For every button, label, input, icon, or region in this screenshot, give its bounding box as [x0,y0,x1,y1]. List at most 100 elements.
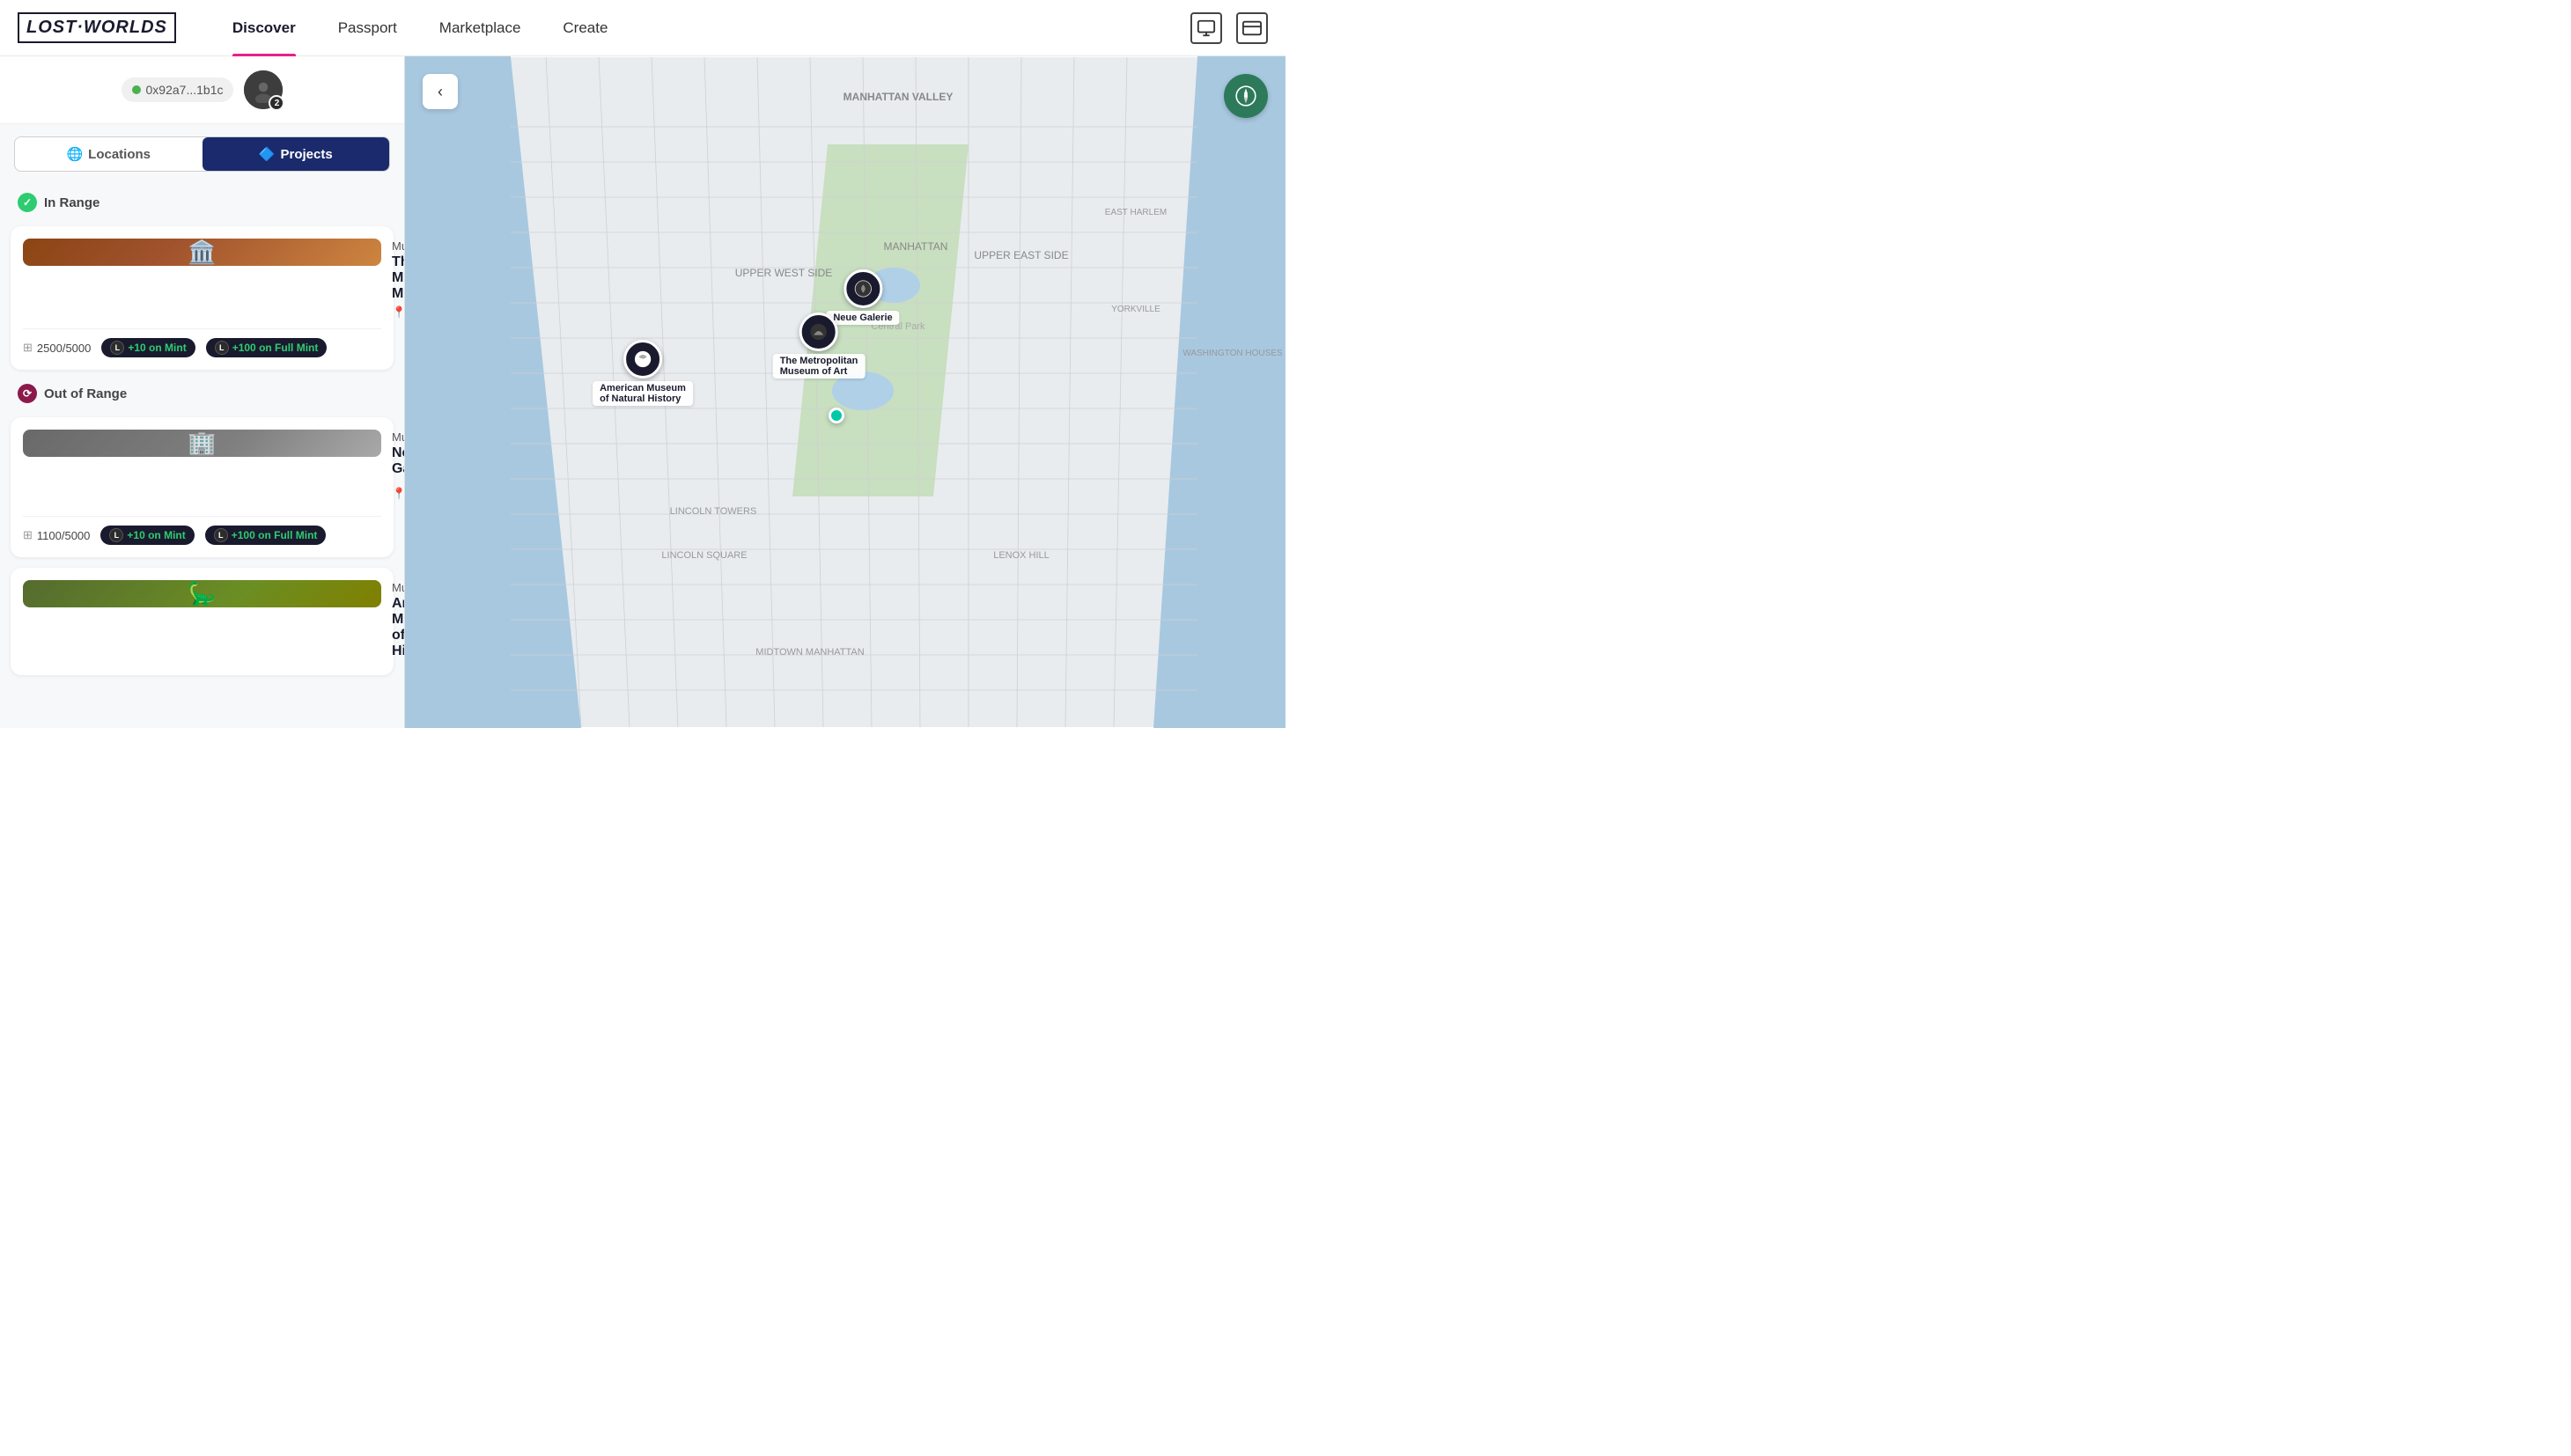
card-name-met: The Metropolitan Museum [392,254,405,302]
card-info-met: Museums ✔️ The Metropolitan Museum 📍 in … [392,239,405,320]
app-logo: LOST·WORLDS [18,12,176,43]
grid-icon-neue: ⊞ [23,528,33,542]
svg-text:YORKVILLE: YORKVILLE [1111,305,1160,314]
wallet-address-text: 0x92a7...1b1c [146,83,224,97]
in-range-section: ✓ In Range [0,184,404,221]
locations-icon: 🌐 [66,146,83,162]
svg-text:LINCOLN TOWERS: LINCOLN TOWERS [670,506,757,517]
svg-text:LINCOLN SQUARE: LINCOLN SQUARE [661,550,747,561]
wallet-icon[interactable] [1236,12,1268,44]
projects-icon: 🔷 [259,146,276,162]
card-category-amnh: Museums ✔️ [392,580,405,594]
l-icon-full-met: L [215,341,229,355]
marker-label-line2-met: Museum of Art [780,366,858,377]
card-bottom-neue: ⊞ 1100/5000 L +10 on Mint L +100 on Full… [23,516,381,545]
mint-plus-neue: +10 on Mint [127,529,185,541]
location-card-neue[interactable]: 🏢 Museums ✔️ Neue Galerie 📍 1 mile away [11,417,394,557]
marker-inner-amnh [626,342,659,376]
card-info-amnh: Museums ✔️ American Museum of Natural Hi… [392,580,405,663]
avatar[interactable]: 2 [244,70,283,109]
avatar-badge-count: 2 [269,95,284,111]
progress-text-met: 2500/5000 [37,342,91,355]
main-content: 0x92a7...1b1c 2 🌐 Locations 🔷 [0,56,1286,728]
category-label-neue: Museums [392,430,405,444]
map-visual: MANHATTAN VALLEY UPPER WEST SIDE MANHATT… [405,56,1286,728]
marker-circle-amnh [623,340,662,379]
svg-text:EAST HARLEM: EAST HARLEM [1105,208,1167,217]
card-thumb-neue: 🏢 [23,430,381,457]
map-marker-met[interactable]: The Metropolitan Museum of Art [773,313,866,379]
out-of-range-label: Out of Range [44,386,127,401]
wallet-connected-dot [132,85,141,94]
main-nav: Discover Passport Marketplace Create [211,0,1190,56]
tab-locations[interactable]: 🌐 Locations [15,137,203,171]
svg-text:WASHINGTON HOUSES: WASHINGTON HOUSES [1182,349,1283,358]
card-top-met: 🏛️ Museums ✔️ The Metropolitan Museum 📍 … [23,239,381,320]
card-category-neue: Museums ✔️ [392,430,405,444]
card-stat-progress-met: ⊞ 2500/5000 [23,341,91,355]
svg-text:MANHATTAN: MANHATTAN [884,240,948,253]
marker-label-line1-met: The Metropolitan [780,356,858,366]
marker-label-line1-amnh: American Museum [600,383,686,393]
svg-text:LENOX HILL: LENOX HILL [993,550,1050,561]
mint-badge-met: L +10 on Mint [101,338,195,357]
card-info-neue: Museums ✔️ Neue Galerie 📍 1 mile away [392,430,405,507]
pin-icon-neue: 📍 [392,487,405,501]
tab-projects[interactable]: 🔷 Projects [203,137,390,171]
card-thumb-met: 🏛️ [23,239,381,266]
header: LOST·WORLDS Discover Passport Marketplac… [0,0,1286,56]
map-compass-button[interactable] [1224,74,1268,118]
card-bottom-met: ⊞ 2500/5000 L +10 on Mint L +100 on Full… [23,328,381,357]
location-card-amnh[interactable]: 🦕 Museums ✔️ American Museum of Natural … [11,568,394,675]
marker-circle-met [799,313,838,351]
svg-text:UPPER WEST SIDE: UPPER WEST SIDE [735,267,832,279]
tab-locations-label: Locations [88,147,151,162]
marker-circle-neue [843,269,882,308]
pin-icon-met: 📍 [392,305,405,320]
tab-toggle: 🌐 Locations 🔷 Projects [14,136,390,172]
progress-text-neue: 1100/5000 [37,529,91,542]
map-marker-amnh[interactable]: American Museum of Natural History [593,340,693,406]
card-name-neue: Neue Galerie [392,445,405,477]
nav-marketplace[interactable]: Marketplace [418,0,542,56]
mint-badge-neue: L +10 on Mint [100,526,194,545]
card-distance-neue: 📍 1 mile away [392,481,405,507]
map-svg: MANHATTAN VALLEY UPPER WEST SIDE MANHATT… [405,56,1286,728]
tab-projects-label: Projects [280,147,332,162]
user-location-dot [829,408,844,423]
in-range-label: In Range [44,195,99,210]
card-top-amnh: 🦕 Museums ✔️ American Museum of Natural … [23,580,381,663]
l-icon-full-neue: L [214,528,228,542]
card-top-neue: 🏢 Museums ✔️ Neue Galerie 📍 1 mile away [23,430,381,507]
card-thumb-amnh: 🦕 [23,580,381,607]
l-icon-neue: L [109,528,123,542]
wallet-address[interactable]: 0x92a7...1b1c [122,77,234,102]
marker-label-met: The Metropolitan Museum of Art [773,354,866,379]
svg-text:UPPER EAST SIDE: UPPER EAST SIDE [974,249,1068,261]
nav-passport[interactable]: Passport [317,0,418,56]
card-name-amnh: American Museum of Natural History [392,596,405,659]
marker-label-amnh: American Museum of Natural History [593,381,693,406]
card-distance-met: 📍 in range [392,305,405,320]
sidebar: 0x92a7...1b1c 2 🌐 Locations 🔷 [0,56,405,728]
card-category-met: Museums ✔️ [392,239,405,253]
grid-icon-met: ⊞ [23,341,33,355]
marker-label-line2-amnh: of Natural History [600,393,686,404]
monitor-icon[interactable] [1190,12,1222,44]
map-container[interactable]: MANHATTAN VALLEY UPPER WEST SIDE MANHATT… [405,56,1286,728]
marker-inner-neue [846,272,880,305]
nav-discover[interactable]: Discover [211,0,317,56]
in-range-icon: ✓ [18,193,37,212]
map-back-button[interactable]: ‹ [423,74,458,109]
location-card-met[interactable]: 🏛️ Museums ✔️ The Metropolitan Museum 📍 … [11,226,394,370]
full-mint-plus-met: +100 on Full Mint [232,342,319,354]
mint-plus-met: +10 on Mint [128,342,186,354]
header-right [1190,12,1268,44]
full-mint-badge-neue: L +100 on Full Mint [205,526,327,545]
card-stat-progress-neue: ⊞ 1100/5000 [23,528,90,542]
category-label-met: Museums [392,239,405,253]
marker-inner-met [802,315,836,349]
svg-text:MIDTOWN MANHATTAN: MIDTOWN MANHATTAN [755,647,864,658]
nav-create[interactable]: Create [541,0,629,56]
user-row: 0x92a7...1b1c 2 [0,56,404,124]
